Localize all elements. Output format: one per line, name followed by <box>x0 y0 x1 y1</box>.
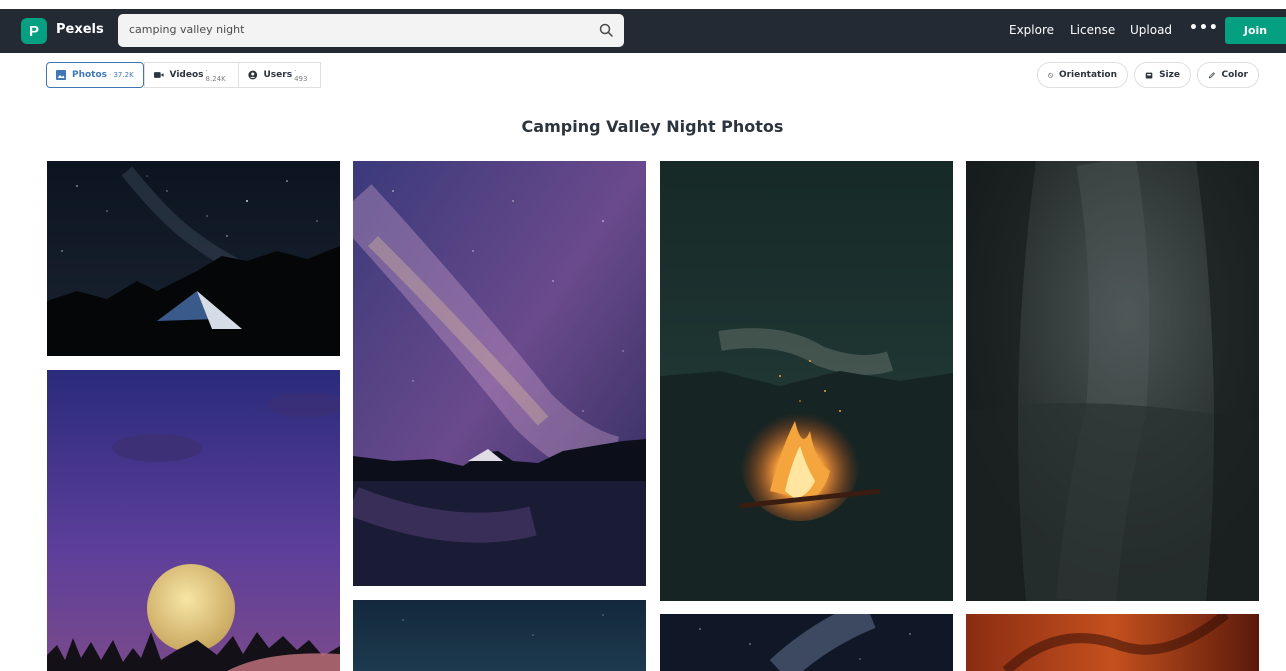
photo-image <box>966 161 1259 601</box>
foggy-dark-forest-photo[interactable] <box>966 161 1259 601</box>
night-tent-silhouette-photo[interactable] <box>47 161 340 356</box>
size-filter-button[interactable]: Size <box>1134 62 1191 88</box>
nav-link-upload[interactable]: Upload <box>1130 23 1172 37</box>
tab-users[interactable]: Users · 493 <box>239 62 321 88</box>
tab-videos[interactable]: Videos · 8.24K <box>144 62 239 88</box>
filter-label: Orientation <box>1058 70 1117 80</box>
red-rock-cave-photo[interactable] <box>966 614 1259 671</box>
photo-image <box>660 614 953 671</box>
nav-link-explore[interactable]: Explore <box>1009 23 1054 37</box>
photo-image <box>353 161 646 586</box>
filter-label: Size <box>1159 70 1180 80</box>
search-bar[interactable]: camping valley night <box>118 14 624 47</box>
tab-label: Users <box>263 70 293 80</box>
top-strip <box>0 0 1286 9</box>
photo-image <box>47 161 340 356</box>
top-navigation-bar: P Pexels camping valley night Explore Li… <box>0 9 1286 53</box>
join-button[interactable]: Join <box>1225 17 1286 44</box>
search-icon[interactable] <box>598 22 614 38</box>
size-icon <box>1145 72 1153 78</box>
photo-image <box>660 161 953 601</box>
user-icon <box>248 70 258 80</box>
photo-image <box>353 600 646 671</box>
orientation-filter-button[interactable]: Orientation <box>1037 62 1128 88</box>
tab-label: Videos <box>169 70 204 80</box>
brand-name[interactable]: Pexels <box>56 22 104 37</box>
media-type-tabs: Photos · 37.2K Videos · 8.24K Users · 49… <box>46 62 321 88</box>
nav-link-license[interactable]: License <box>1070 23 1115 37</box>
photo-image <box>966 614 1259 671</box>
campfire-night-photo[interactable] <box>660 161 953 601</box>
pexels-logo-icon[interactable]: P <box>21 18 47 44</box>
tab-count: · 8.24K <box>205 67 226 83</box>
tab-count: · 493 <box>294 67 308 83</box>
tab-photos[interactable]: Photos · 37.2K <box>46 62 144 88</box>
color-filter-button[interactable]: Color <box>1197 62 1259 88</box>
image-icon <box>56 70 66 80</box>
orientation-icon <box>1048 72 1053 78</box>
filter-label: Color <box>1221 70 1249 80</box>
milky-way-lake-reflection-photo[interactable] <box>353 161 646 586</box>
photo-image <box>47 370 340 671</box>
video-icon <box>154 72 164 78</box>
milky-way-mountain-photo[interactable] <box>660 614 953 671</box>
search-input[interactable]: camping valley night <box>129 23 244 36</box>
pen-icon <box>1208 71 1215 78</box>
tab-label: Photos <box>72 70 108 80</box>
tab-count: · 37.2K <box>109 71 134 79</box>
more-menu-icon[interactable]: ••• <box>1189 20 1219 36</box>
full-moon-purple-sky-photo[interactable] <box>47 370 340 671</box>
page-title: Camping Valley Night Photos <box>521 117 784 136</box>
night-sky-lake-photo[interactable] <box>353 600 646 671</box>
